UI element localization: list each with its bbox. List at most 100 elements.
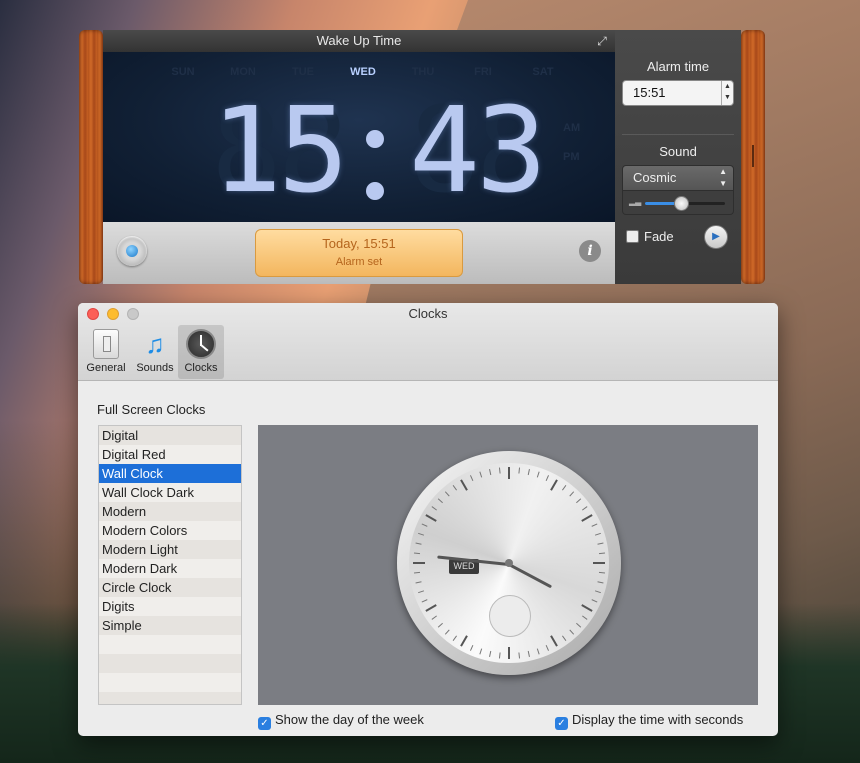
show-seconds-checkbox[interactable]: ✓ [555, 717, 568, 730]
clock-tick [478, 648, 482, 655]
alarm-time-label: Alarm time [646, 59, 710, 74]
list-item[interactable]: Wall Clock [99, 464, 241, 483]
weekday-row: SUN MON TUE WED THU FRI SAT [163, 66, 563, 78]
window-title-bar: Wake Up Time ⤢ [103, 30, 615, 52]
show-seconds-label: Display the time with seconds [572, 712, 744, 727]
weekday-thu: THU [411, 66, 435, 78]
hours-digits: 15 [211, 81, 349, 219]
clock-tick [421, 599, 427, 603]
list-item[interactable]: Digits [99, 597, 241, 616]
list-item[interactable]: Modern [99, 502, 241, 521]
sound-select[interactable]: Cosmic ▲ ▼ [622, 165, 734, 191]
minutes-digits: 43 [409, 81, 547, 219]
time-stepper[interactable]: ▲ ▼ [721, 81, 733, 105]
fullscreen-expand-icon[interactable]: ⤢ [595, 34, 609, 48]
hour-hand [508, 563, 553, 589]
pm-indicator: PM [563, 151, 580, 163]
clock-style-list[interactable]: Digital Digital Red Wall Clock Wall Clock D… [98, 425, 242, 705]
general-icon [93, 329, 119, 359]
volume-knob[interactable] [674, 196, 689, 211]
clock-tick [488, 468, 491, 476]
list-item[interactable]: Modern Dark [99, 559, 241, 578]
clock-tick [478, 471, 482, 478]
clock-tick [568, 491, 574, 497]
clock-tick [437, 498, 443, 504]
list-item[interactable]: Circle Clock [99, 578, 241, 597]
play-sound-button[interactable]: ▶ [704, 225, 728, 249]
clock-tick [575, 622, 581, 628]
tab-sounds-label: Sounds [136, 362, 174, 374]
clock-tick [568, 629, 574, 635]
wood-panel-left [79, 30, 103, 284]
clock-tick [596, 542, 604, 545]
alarm-settings-panel: Alarm time 15:51 ▲ ▼ Sound Cosmic ▲ ▼ ▂▃ F… [615, 30, 741, 284]
clock-tick [517, 467, 520, 474]
select-arrows-icon: ▲ ▼ [719, 167, 727, 188]
volume-slider[interactable] [645, 196, 725, 211]
clock-tick [444, 629, 450, 635]
alarm-toggle-button[interactable] [117, 236, 147, 266]
clock-tick [425, 514, 437, 522]
clock-tick [414, 542, 422, 545]
clock-tick [431, 615, 437, 620]
clock-tick [581, 506, 587, 511]
alarm-time-field[interactable]: 15:51 ▲ ▼ [622, 80, 734, 106]
tab-general[interactable]: General [83, 325, 129, 379]
clocks-preferences-window: Clocks General ♫ Sounds Clocks Full Scre… [78, 303, 778, 736]
tab-clocks[interactable]: Clocks [178, 325, 224, 379]
clock-tick [469, 475, 473, 481]
empty-list-row [99, 673, 241, 692]
tab-sounds[interactable]: ♫ Sounds [132, 325, 178, 379]
clock-tick [488, 650, 491, 658]
clock-tick [414, 581, 422, 584]
list-item[interactable]: Modern Colors [99, 521, 241, 540]
clock-tick [591, 523, 597, 527]
wake-up-time-window: Wake Up Time ⤢ SUN MON TUE WED THU FRI SAT AM … [103, 30, 615, 284]
clock-tick [593, 562, 605, 564]
weekday-tue: TUE [292, 66, 314, 78]
clock-preview: WED [258, 425, 758, 705]
clock-tick [421, 523, 427, 527]
weekday-sat: SAT [532, 66, 554, 78]
clock-tick [536, 471, 540, 478]
window-title: Wake Up Time [316, 33, 402, 48]
sound-label: Sound [659, 144, 697, 159]
prefs-toolbar: Clocks General ♫ Sounds Clocks [78, 303, 778, 381]
clock-tick [598, 571, 605, 574]
list-item[interactable]: Digital [99, 426, 241, 445]
music-note-icon: ♫ [145, 329, 165, 359]
clock-tick [517, 652, 520, 659]
clock-tick [460, 479, 468, 491]
weekday-wed: WED [350, 66, 376, 78]
seconds-subdial [489, 595, 531, 637]
clock-tick [452, 485, 457, 491]
clock-tick [413, 571, 420, 574]
list-item[interactable]: Wall Clock Dark [99, 483, 241, 502]
clock-tick [581, 615, 587, 620]
clock-tick [452, 635, 457, 641]
wall-clock-face: WED [397, 451, 621, 675]
clock-tick [437, 622, 443, 628]
fade-checkbox[interactable] [626, 230, 639, 243]
empty-list-row [99, 654, 241, 673]
show-day-label: Show the day of the week [275, 712, 424, 727]
show-day-option[interactable]: ✓ Show the day of the week [258, 712, 424, 730]
show-seconds-option[interactable]: ✓ Display the time with seconds [555, 712, 743, 730]
clock-tick [413, 562, 425, 564]
play-icon: ▶ [712, 231, 720, 242]
clock-tick [444, 491, 450, 497]
list-item[interactable]: Modern Light [99, 540, 241, 559]
weekday-mon: MON [230, 66, 256, 78]
alarm-status-box: Today, 15:51 Alarm set [255, 229, 463, 277]
weekday-fri: FRI [474, 66, 492, 78]
clock-tick [545, 475, 549, 481]
volume-icon: ▂▃ [629, 197, 642, 206]
info-icon[interactable]: i [579, 240, 601, 262]
list-item[interactable]: Simple [99, 616, 241, 635]
clock-tick [561, 485, 566, 491]
list-item[interactable]: Digital Red [99, 445, 241, 464]
show-day-checkbox[interactable]: ✓ [258, 717, 271, 730]
clock-tick [598, 552, 605, 555]
clock-tick [413, 552, 420, 555]
clock-tick [417, 590, 424, 594]
